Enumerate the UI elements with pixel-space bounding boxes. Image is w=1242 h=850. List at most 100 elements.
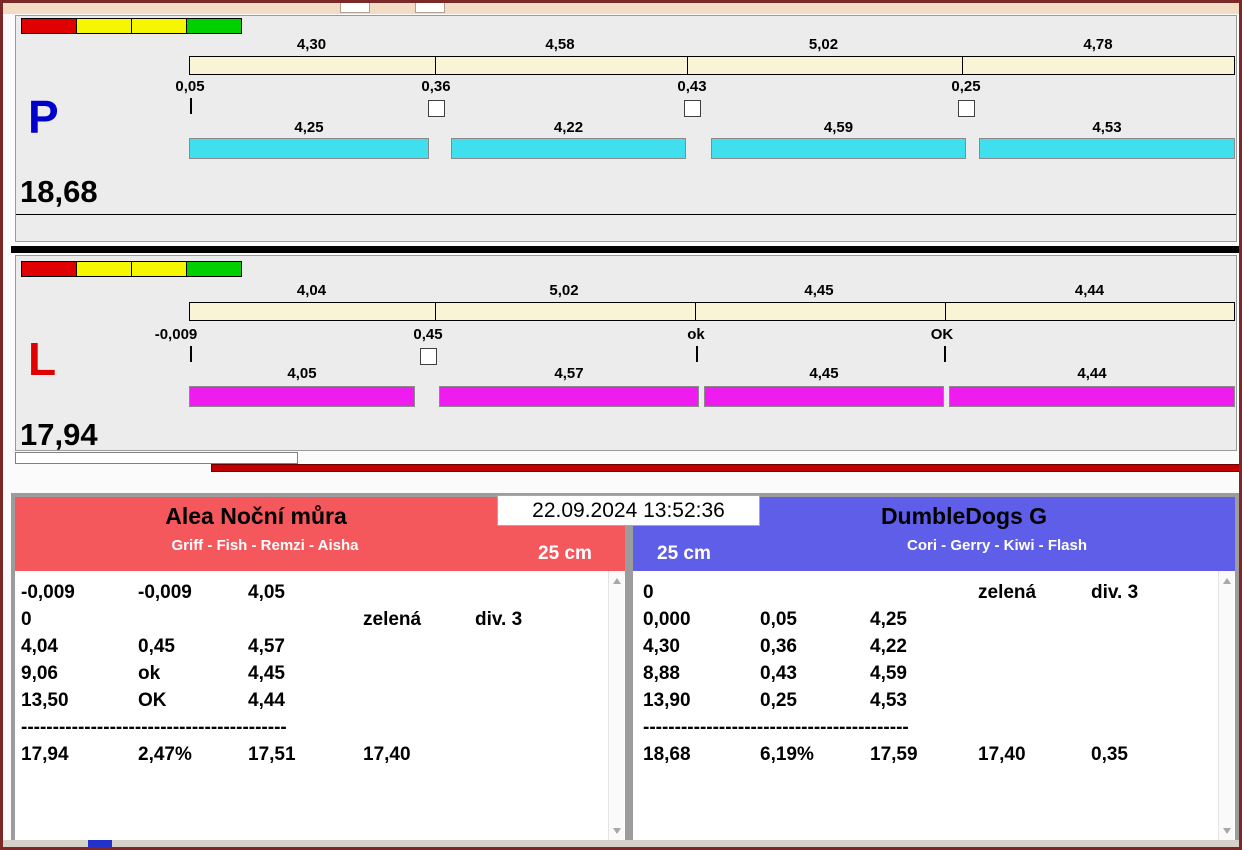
table-row: 0 zelená div. 3	[15, 606, 607, 633]
cell: 8,88	[643, 662, 680, 684]
total-underline	[16, 214, 1236, 215]
cell: 6,19%	[760, 743, 814, 765]
cell: 0,45	[138, 635, 175, 657]
marker-tick	[190, 346, 192, 362]
fault-checkbox[interactable]	[958, 100, 975, 117]
indicator-green	[186, 18, 242, 34]
dog-time-bar	[704, 386, 944, 407]
marker-tick	[944, 346, 946, 362]
cell: 18,68	[643, 743, 691, 765]
fault-checkbox[interactable]	[420, 348, 437, 365]
lane-total-time: 17,94	[20, 417, 98, 452]
scroll-down-icon[interactable]	[1219, 823, 1235, 839]
cell: 9,06	[21, 662, 58, 684]
team-name: DumbleDogs G	[880, 503, 1048, 529]
results-section: Alea Noční můra Griff - Fish - Remzi - A…	[11, 493, 1239, 845]
titlebar-tab[interactable]	[415, 3, 445, 13]
scrollbar[interactable]	[1218, 571, 1234, 841]
scroll-down-icon[interactable]	[609, 823, 625, 839]
table-row: 0,000 0,05 4,25	[633, 606, 1217, 633]
cell: 0,36	[760, 635, 797, 657]
cell: zelená	[363, 608, 422, 630]
cell: 17,51	[248, 743, 296, 765]
marker-value: 0,05	[175, 78, 205, 95]
table-row: -0,009 -0,009 4,05	[15, 579, 607, 606]
cell: 2,47%	[138, 743, 192, 765]
cell: 0,43	[760, 662, 797, 684]
split-time: 4,78	[1083, 36, 1113, 53]
split-time: 4,44	[1074, 282, 1105, 299]
cell: 4,57	[248, 635, 285, 657]
cell: div. 3	[475, 608, 523, 630]
cell: -0,009	[138, 581, 192, 603]
cell: 0	[21, 608, 32, 630]
scrollbar[interactable]	[608, 571, 624, 841]
marker-tick	[190, 98, 192, 114]
dog-time: 4,22	[553, 119, 584, 136]
fault-checkbox[interactable]	[684, 100, 701, 117]
dog-time-bar	[711, 138, 966, 159]
indicator-yellow	[76, 18, 132, 34]
table-row: 13,90 0,25 4,53	[633, 687, 1217, 714]
marker-value: 0,36	[421, 78, 451, 95]
marker-value: -0,009	[154, 326, 198, 343]
cell: -0,009	[21, 581, 75, 603]
lane-divider	[11, 246, 1239, 253]
marker-value: 0,43	[677, 78, 707, 95]
dog-time: 4,05	[287, 365, 317, 382]
cell: 0,05	[760, 608, 797, 630]
cell: 4,53	[870, 689, 907, 711]
split-time: 5,02	[808, 36, 839, 53]
table-row: 13,50 OK 4,44	[15, 687, 607, 714]
cell: 0,25	[760, 689, 797, 711]
cell: 0	[643, 581, 654, 603]
dog-time: 4,59	[823, 119, 854, 136]
marker-value: 0,25	[951, 78, 981, 95]
titlebar-tab[interactable]	[340, 3, 370, 13]
marker-value: 0,45	[413, 326, 443, 343]
cell: div. 3	[1091, 581, 1139, 603]
split-divider	[962, 57, 963, 74]
scroll-up-icon[interactable]	[1219, 573, 1235, 589]
cell: OK	[138, 689, 167, 711]
dog-time-bar	[439, 386, 699, 407]
cell: 17,94	[21, 743, 69, 765]
split-divider	[687, 57, 688, 74]
cell: 4,30	[643, 635, 680, 657]
split-time: 5,02	[549, 282, 579, 299]
dog-time-bar	[979, 138, 1235, 159]
team-results-left: -0,009 -0,009 4,05 0 zelená div. 3 4,04 0,45 4…	[15, 571, 625, 841]
indicator-yellow2	[131, 261, 187, 277]
app-window: 4,30 4,58 5,02 4,78 0,05 0,36 0,43 0,25 …	[0, 0, 1242, 850]
dog-time: 4,45	[809, 365, 839, 382]
indicator-red	[21, 261, 77, 277]
bottom-edge	[3, 840, 1239, 847]
team-members: Griff - Fish - Remzi - Aisha	[171, 537, 359, 554]
cell: 17,40	[978, 743, 1026, 765]
dog-time: 4,44	[1077, 365, 1107, 382]
dog-time-bar	[949, 386, 1235, 407]
indicator-yellow	[76, 261, 132, 277]
team-name: Alea Noční můra	[165, 503, 347, 529]
indicator-red	[21, 18, 77, 34]
cell: 4,25	[870, 608, 907, 630]
lane-letter: P	[28, 91, 59, 143]
split-divider	[945, 303, 946, 320]
split-time: 4,04	[296, 282, 327, 299]
table-row: 4,30 0,36 4,22	[633, 633, 1217, 660]
scroll-up-icon[interactable]	[609, 573, 625, 589]
cell: 17,59	[870, 743, 918, 765]
cell: 4,44	[248, 689, 285, 711]
dog-time: 4,25	[294, 119, 324, 136]
indicator-yellow2	[131, 18, 187, 34]
cell: 17,40	[363, 743, 411, 765]
marker-tick	[696, 346, 698, 362]
split-time: 4,45	[804, 282, 834, 299]
split-divider	[695, 303, 696, 320]
table-row: 8,88 0,43 4,59	[633, 660, 1217, 687]
taskbar-fragment	[88, 840, 112, 847]
split-bar	[189, 56, 1235, 75]
cell: 13,50	[21, 689, 69, 711]
fault-checkbox[interactable]	[428, 100, 445, 117]
status-indicators	[21, 18, 242, 36]
